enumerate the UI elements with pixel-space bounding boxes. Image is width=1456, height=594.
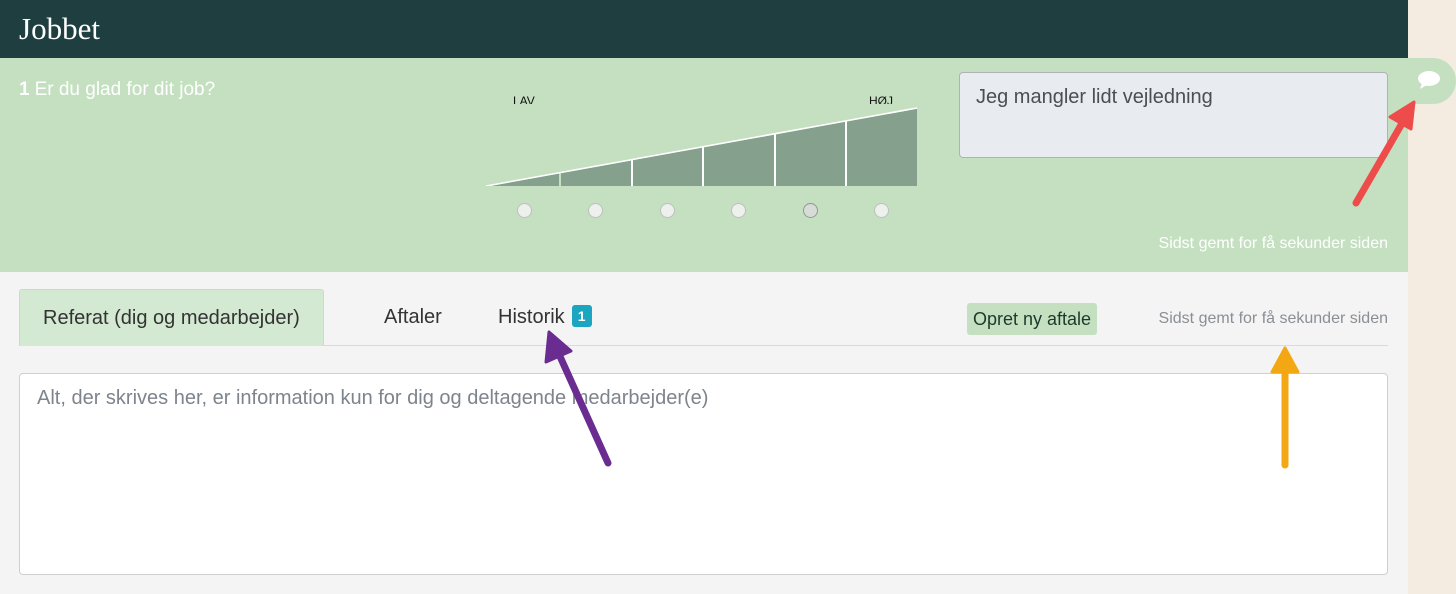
tab-referat[interactable]: Referat (dig og medarbejder) bbox=[19, 289, 324, 346]
page-header: Jobbet bbox=[0, 0, 1408, 58]
tab-historik[interactable]: Historik 1 bbox=[475, 289, 615, 345]
page-title: Jobbet bbox=[19, 11, 100, 46]
question-number: 1 bbox=[19, 79, 30, 100]
scale-option-3[interactable] bbox=[660, 203, 675, 218]
notes-textarea[interactable] bbox=[19, 373, 1388, 575]
scale-option-5[interactable] bbox=[803, 203, 818, 218]
tabs-bar: Referat (dig og medarbejder) Aftaler His… bbox=[19, 289, 1388, 346]
question-saved-status: Sidst gemt for få sekunder siden bbox=[1158, 235, 1388, 252]
rating-scale-graphic bbox=[486, 104, 918, 188]
question-panel: 1 Er du glad for dit job? LAV HØJ Jeg ma… bbox=[0, 58, 1456, 272]
scale-option-2[interactable] bbox=[588, 203, 603, 218]
tab-historik-label: Historik bbox=[498, 306, 565, 328]
new-agreement-button[interactable]: Opret ny aftale bbox=[967, 303, 1098, 335]
comment-field[interactable]: Jeg mangler lidt vejledning bbox=[959, 72, 1388, 158]
tab-aftaler[interactable]: Aftaler bbox=[361, 289, 465, 345]
question-label: 1 Er du glad for dit job? bbox=[19, 79, 215, 101]
scale-option-1[interactable] bbox=[517, 203, 532, 218]
historik-count-badge: 1 bbox=[571, 305, 592, 327]
question-text: Er du glad for dit job? bbox=[34, 79, 216, 100]
scale-option-6[interactable] bbox=[874, 203, 889, 218]
tabs-saved-status: Sidst gemt for få sekunder siden bbox=[1158, 310, 1388, 327]
scale-mask bbox=[486, 104, 560, 186]
comment-toggle-button[interactable] bbox=[1402, 58, 1456, 104]
app-window: Jobbet 1Er du glad for dit job? LAV HØJ bbox=[0, 0, 1456, 594]
speech-bubble-icon bbox=[1418, 71, 1440, 89]
scale-option-4[interactable] bbox=[731, 203, 746, 218]
